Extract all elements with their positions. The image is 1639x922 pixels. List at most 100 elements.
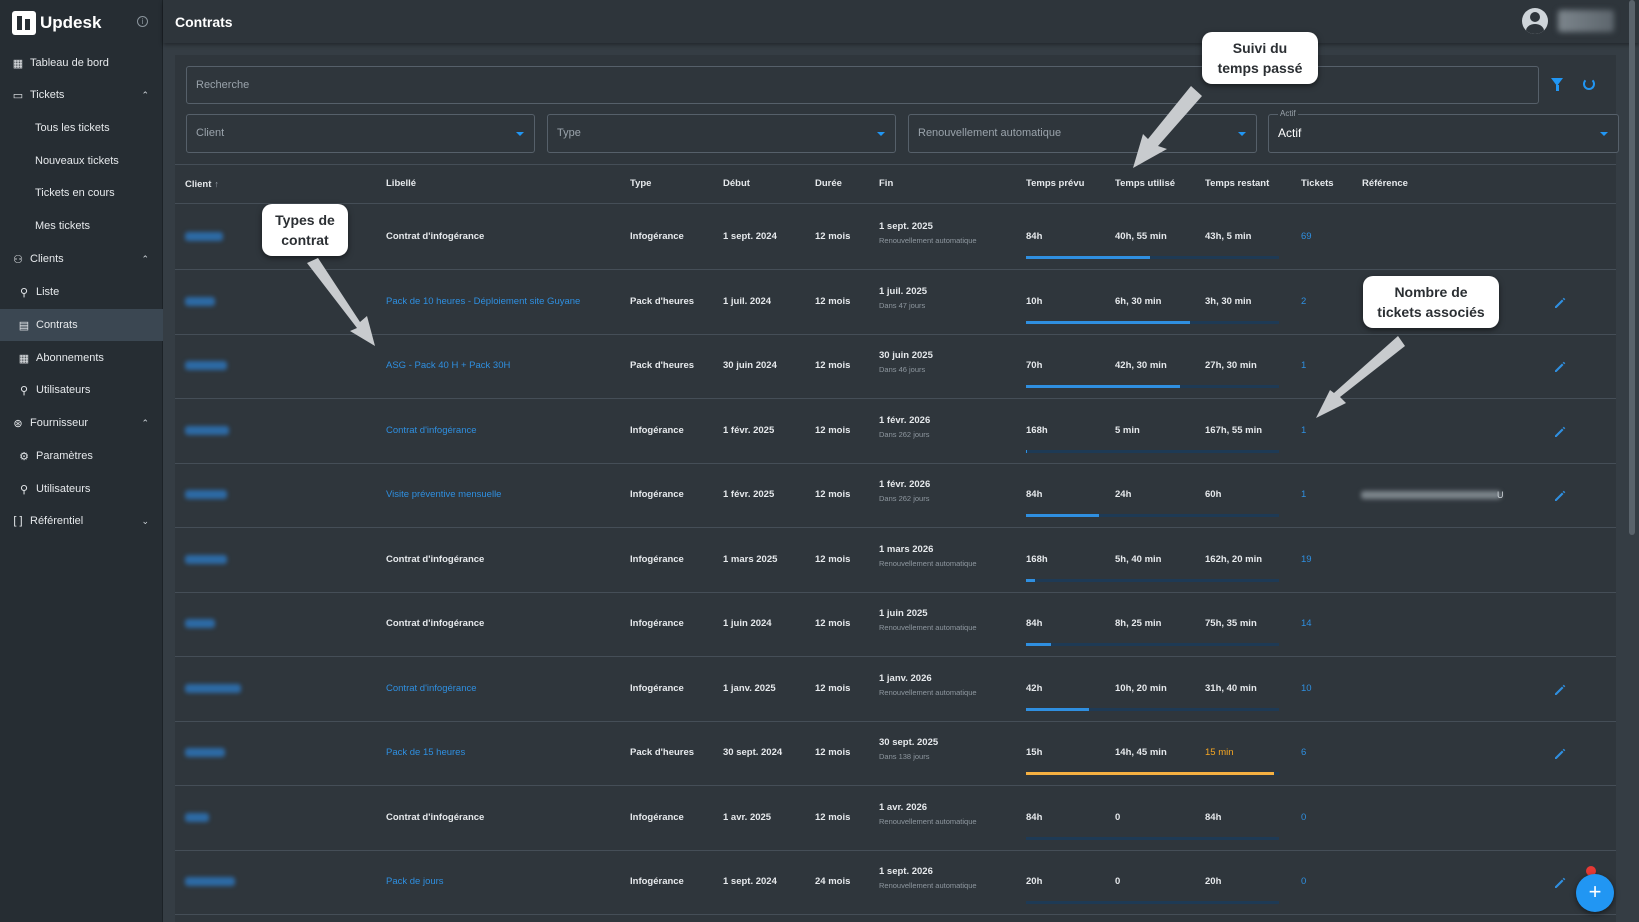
info-icon[interactable]: i — [137, 16, 148, 27]
contract-label[interactable]: Pack de 15 heures — [386, 747, 465, 758]
header-temps-utilise[interactable]: Temps utilisé — [1115, 165, 1175, 203]
client-name-blurred[interactable] — [185, 683, 241, 693]
contract-label[interactable]: Pack de 10 heures - Déploiement site Guy… — [386, 296, 580, 307]
type-select[interactable]: Type — [547, 114, 896, 153]
client-name-blurred[interactable] — [185, 748, 225, 757]
edit-icon[interactable] — [1554, 683, 1566, 695]
sidebar-item-liste-sub[interactable]: ⚲ Liste — [0, 276, 163, 308]
client-name-blurred[interactable] — [185, 361, 227, 370]
client-name-blurred[interactable] — [185, 812, 209, 822]
active-select[interactable]: Actif Actif — [1268, 109, 1619, 153]
header-fin[interactable]: Fin — [879, 165, 893, 203]
table-row[interactable]: Visite préventive mensuelle Infogérance 1 … — [175, 463, 1616, 528]
refresh-icon[interactable] — [1583, 78, 1595, 90]
table-row[interactable]: Contrat d'infogérance Infogérance 1 sept. … — [175, 205, 1616, 270]
ticket-count[interactable]: 2 — [1301, 296, 1306, 307]
sort-up-icon[interactable]: ↑ — [214, 179, 219, 189]
table-row[interactable]: Contrat d'infogérance Infogérance 1 févr. … — [175, 399, 1616, 464]
table-row[interactable]: ASG - Pack 40 H + Pack 30H Pack d'heures 3… — [175, 334, 1616, 399]
edit-icon[interactable] — [1554, 747, 1566, 759]
sidebar-item-utilisateurs-sub[interactable]: ⚲ Utilisateurs — [0, 374, 163, 406]
sidebar-item-contrats-sub[interactable]: ▤ Contrats — [0, 309, 163, 341]
sidebar-item-nouveaux-tickets-sub[interactable]: Nouveaux tickets — [0, 145, 163, 177]
edit-icon[interactable] — [1554, 425, 1566, 437]
sidebar-item-utilisateurs-sub[interactable]: ⚲ Utilisateurs — [0, 473, 163, 505]
sidebar-item-fournisseur[interactable]: ⊛ Fournisseur ⌃ — [0, 407, 163, 439]
client-name-blurred[interactable] — [185, 554, 227, 564]
client-select[interactable]: Client — [186, 114, 535, 153]
client-name-blurred[interactable] — [185, 877, 235, 886]
chevron-down-icon[interactable]: ⌄ — [141, 516, 149, 527]
header-type[interactable]: Type — [630, 165, 651, 203]
header-reference[interactable]: Référence — [1362, 165, 1408, 203]
header-duree[interactable]: Durée — [815, 165, 842, 203]
search-input[interactable]: Recherche — [186, 66, 1539, 104]
user-name-blurred[interactable] — [1558, 10, 1614, 32]
chevron-up-icon[interactable]: ⌃ — [141, 90, 149, 101]
ticket-count[interactable]: 14 — [1301, 618, 1312, 629]
sidebar-item-mes-tickets-sub[interactable]: Mes tickets — [0, 210, 163, 242]
ticket-count[interactable]: 6 — [1301, 747, 1306, 758]
sidebar-item-clients[interactable]: ⚇ Clients ⌃ — [0, 243, 163, 275]
ticket-count[interactable]: 1 — [1301, 360, 1306, 371]
header-tickets[interactable]: Tickets — [1301, 165, 1334, 203]
sidebar-item-tableau-de-bord[interactable]: ▦ Tableau de bord — [0, 47, 163, 79]
header-temps-prevu[interactable]: Temps prévu — [1026, 165, 1084, 203]
ticket-count[interactable]: 19 — [1301, 554, 1312, 565]
edit-icon[interactable] — [1554, 876, 1566, 888]
ticket-count[interactable]: 1 — [1301, 425, 1306, 436]
client-name-blurred[interactable] — [185, 490, 227, 499]
sidebar-item-label: Contrats — [36, 319, 78, 331]
scrollbar[interactable] — [1629, 0, 1635, 535]
sidebar-item-param-tres-sub[interactable]: ⚙ Paramètres — [0, 440, 163, 472]
client-name-blurred[interactable] — [185, 619, 215, 628]
chevron-up-icon[interactable]: ⌃ — [141, 254, 149, 265]
contract-label[interactable]: Contrat d'infogérance — [386, 425, 477, 436]
duration: 12 mois — [815, 231, 851, 242]
planned-time: 84h — [1026, 231, 1043, 242]
start-date: 1 sept. 2024 — [723, 876, 777, 887]
sidebar-item-r-f-rentiel[interactable]: [ ] Référentiel ⌄ — [0, 505, 163, 537]
sidebar-item-tickets[interactable]: ▭ Tickets ⌃ — [0, 79, 163, 111]
header-libelle[interactable]: Libellé — [386, 165, 416, 203]
sidebar-item-tous-les-tickets-sub[interactable]: Tous les tickets — [0, 112, 163, 144]
sidebar-item-tickets-en-cours-sub[interactable]: Tickets en cours — [0, 177, 163, 209]
ticket-count[interactable]: 1 — [1301, 489, 1306, 500]
table-row[interactable]: Pack de jours Infogérance 1 sept. 2024 24 m… — [175, 850, 1616, 915]
gear-icon: ⚙ — [19, 450, 29, 463]
table-row[interactable]: Contrat d'infogérance Infogérance 1 janv. … — [175, 657, 1616, 722]
edit-icon[interactable] — [1554, 296, 1566, 308]
remaining-time: 27h, 30 min — [1205, 360, 1257, 371]
edit-icon[interactable] — [1554, 489, 1566, 501]
table-row[interactable]: Contrat d'infogérance Infogérance 1 juin 2… — [175, 592, 1616, 657]
used-time: 24h — [1115, 489, 1132, 500]
avatar-icon[interactable] — [1522, 8, 1548, 34]
ticket-count[interactable]: 10 — [1301, 683, 1312, 694]
time-progress-fill — [1026, 643, 1052, 646]
time-progress-bar — [1026, 514, 1279, 517]
table-row[interactable]: Contrat d'infogérance Infogérance 1 avr. 2… — [175, 786, 1616, 851]
edit-icon[interactable] — [1554, 360, 1566, 372]
add-contract-button[interactable]: + — [1576, 874, 1614, 912]
brand[interactable]: Updesk — [12, 10, 101, 36]
contract-label[interactable]: ASG - Pack 40 H + Pack 30H — [386, 360, 510, 371]
end-date: 1 févr. 2026 — [879, 414, 931, 426]
client-name-blurred[interactable] — [185, 232, 223, 241]
contract-label[interactable]: Pack de jours — [386, 876, 444, 887]
sidebar-item-abonnements-sub[interactable]: ▦ Abonnements — [0, 342, 163, 374]
header-client[interactable]: Client ↑ — [185, 165, 219, 203]
table-row[interactable]: Pack de 15 heures Pack d'heures 30 sept. 2… — [175, 721, 1616, 786]
table-row[interactable]: Contrat d'infogérance Infogérance 1 mars 2… — [175, 528, 1616, 593]
ticket-count[interactable]: 0 — [1301, 812, 1306, 823]
client-name-blurred[interactable] — [185, 425, 229, 435]
header-temps-restant[interactable]: Temps restant — [1205, 165, 1269, 203]
header-debut[interactable]: Début — [723, 165, 750, 203]
ticket-count[interactable]: 69 — [1301, 231, 1312, 242]
contract-label[interactable]: Contrat d'infogérance — [386, 683, 477, 694]
contract-label[interactable]: Visite préventive mensuelle — [386, 489, 501, 500]
client-name-blurred[interactable] — [185, 296, 215, 306]
chevron-up-icon[interactable]: ⌃ — [141, 418, 149, 429]
ticket-count[interactable]: 0 — [1301, 876, 1306, 887]
renewal-select[interactable]: Renouvellement automatique — [908, 114, 1257, 153]
filter-icon[interactable] — [1551, 78, 1563, 91]
